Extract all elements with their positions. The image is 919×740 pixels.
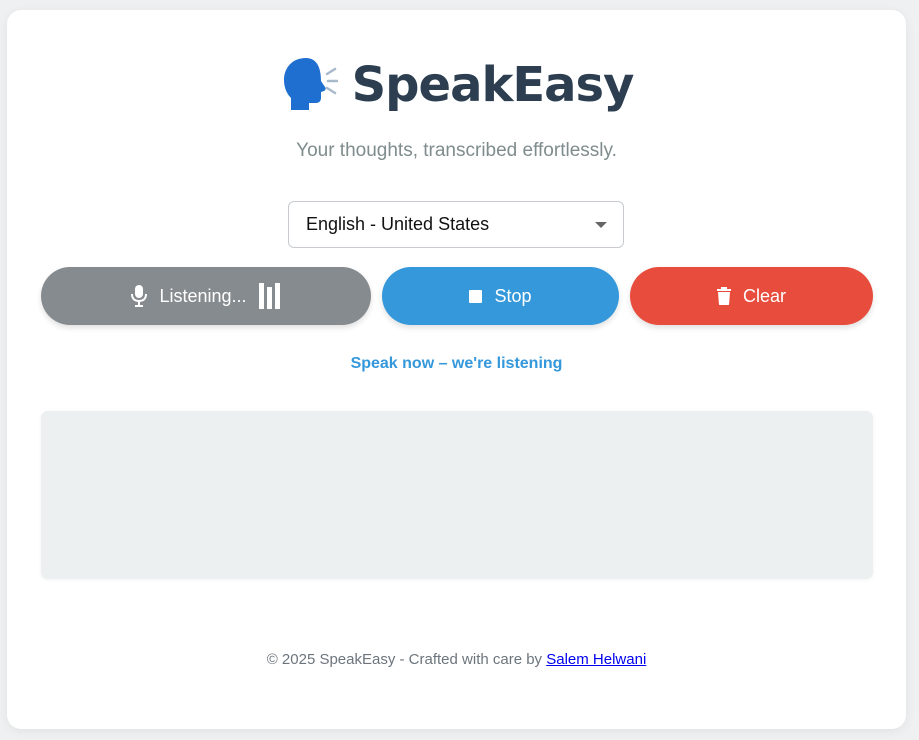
language-select-value: English - United States	[306, 214, 490, 234]
stop-button-label: Stop	[494, 285, 532, 306]
status-message: Speak now – we're listening	[350, 355, 563, 372]
language-select[interactable]: English - United States	[288, 201, 624, 248]
stop-square-icon	[469, 289, 483, 303]
app-title: SpeakEasy	[351, 57, 635, 113]
trash-icon	[716, 287, 731, 305]
listen-button-label: Listening...	[159, 285, 247, 306]
speaking-head-icon	[280, 54, 338, 116]
stop-button[interactable]: Stop	[382, 267, 619, 325]
listen-button[interactable]: Listening...	[41, 267, 371, 325]
tagline: Your thoughts, transcribed effortlessly.	[296, 140, 617, 161]
transcript-area[interactable]	[41, 411, 873, 579]
clear-button[interactable]: Clear	[630, 267, 873, 325]
chevron-down-icon	[595, 222, 607, 228]
app-card: SpeakEasy Your thoughts, transcribed eff…	[7, 10, 906, 729]
footer-text: © 2025 SpeakEasy - Crafted with care by	[266, 651, 543, 668]
brand-header: SpeakEasy	[7, 54, 906, 116]
author-link[interactable]: Salem Helwani	[546, 651, 646, 668]
sound-bars-icon	[258, 283, 281, 309]
clear-button-label: Clear	[742, 285, 786, 306]
footer: © 2025 SpeakEasy - Crafted with care by …	[7, 651, 906, 668]
microphone-icon	[131, 285, 148, 307]
